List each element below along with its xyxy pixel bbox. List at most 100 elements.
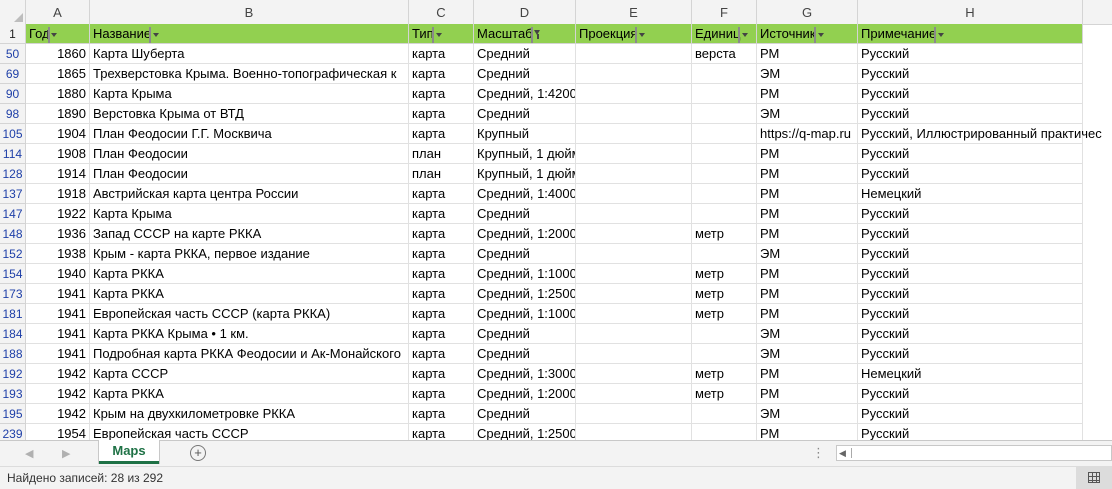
prev-sheet-arrow-icon[interactable]: ◀ (25, 447, 33, 460)
column-header-a[interactable]: A (26, 0, 90, 24)
cell-g[interactable]: ЭМ (757, 404, 858, 424)
cell-d[interactable]: Средний, 1:200000 (474, 384, 576, 404)
cell-b[interactable]: План Феодосии (90, 164, 409, 184)
cell-g[interactable]: РМ (757, 384, 858, 404)
cell-a[interactable]: 1954 (26, 424, 90, 440)
cell-c[interactable]: карта (409, 424, 474, 440)
cell-h[interactable]: Русский (858, 104, 1083, 124)
cell-a[interactable]: 1936 (26, 224, 90, 244)
cell-e[interactable] (576, 264, 692, 284)
cell-c[interactable]: карта (409, 304, 474, 324)
cell-a[interactable]: 1941 (26, 344, 90, 364)
cell-d[interactable]: Средний (474, 44, 576, 64)
cell-e[interactable] (576, 284, 692, 304)
header-cell[interactable]: Год (26, 24, 90, 44)
cell-d[interactable]: Средний, 1:300000 (474, 364, 576, 384)
cell-a[interactable]: 1860 (26, 44, 90, 64)
filter-dropdown-icon[interactable] (431, 27, 434, 43)
cell-h[interactable]: Русский (858, 224, 1083, 244)
scrollbar-thumb[interactable] (851, 448, 852, 458)
row-number[interactable]: 98 (0, 104, 26, 124)
cell-h[interactable]: Русский (858, 384, 1083, 404)
row-number[interactable]: 154 (0, 264, 26, 284)
cell-a[interactable]: 1890 (26, 104, 90, 124)
row-number[interactable]: 181 (0, 304, 26, 324)
cell-e[interactable] (576, 164, 692, 184)
cell-c[interactable]: карта (409, 404, 474, 424)
column-header-f[interactable]: F (692, 0, 757, 24)
cell-b[interactable]: Трехверстовка Крыма. Военно-топографичес… (90, 64, 409, 84)
cell-c[interactable]: карта (409, 284, 474, 304)
row-number[interactable]: 148 (0, 224, 26, 244)
row-number[interactable]: 192 (0, 364, 26, 384)
header-cell[interactable]: Название (90, 24, 409, 44)
cell-f[interactable] (692, 244, 757, 264)
cell-h[interactable]: Русский, Иллюстрированный практичес (858, 124, 1102, 144)
cell-a[interactable]: 1914 (26, 164, 90, 184)
cell-f[interactable]: метр (692, 264, 757, 284)
row-number[interactable]: 90 (0, 84, 26, 104)
cell-e[interactable] (576, 404, 692, 424)
row-number[interactable]: 105 (0, 124, 26, 144)
cell-g[interactable]: РМ (757, 304, 858, 324)
cell-a[interactable]: 1941 (26, 284, 90, 304)
cell-d[interactable]: Средний (474, 324, 576, 344)
cell-a[interactable]: 1918 (26, 184, 90, 204)
row-number[interactable]: 195 (0, 404, 26, 424)
filter-dropdown-icon[interactable] (149, 27, 152, 43)
cell-e[interactable] (576, 44, 692, 64)
cell-g[interactable]: РМ (757, 144, 858, 164)
row-number[interactable]: 50 (0, 44, 26, 64)
cell-g[interactable]: РМ (757, 364, 858, 384)
add-sheet-icon[interactable]: + (190, 445, 206, 461)
cell-g[interactable]: ЭМ (757, 344, 858, 364)
cell-f[interactable] (692, 324, 757, 344)
cell-d[interactable]: Крупный (474, 124, 576, 144)
cell-b[interactable]: Карта Шуберта (90, 44, 409, 64)
cell-e[interactable] (576, 84, 692, 104)
cell-b[interactable]: Крым - карта РККА, первое издание (90, 244, 409, 264)
cell-g[interactable]: РМ (757, 284, 858, 304)
cell-f[interactable] (692, 184, 757, 204)
cell-b[interactable]: Карта РККА Крыма • 1 км. (90, 324, 409, 344)
cell-f[interactable] (692, 404, 757, 424)
cell-d[interactable]: Средний (474, 404, 576, 424)
row-number[interactable]: 152 (0, 244, 26, 264)
column-header-b[interactable]: B (90, 0, 409, 24)
cell-a[interactable]: 1865 (26, 64, 90, 84)
cell-g[interactable]: ЭМ (757, 64, 858, 84)
cell-d[interactable]: Средний, 1:100000 (474, 304, 576, 324)
normal-view-button[interactable] (1076, 467, 1112, 489)
cell-h[interactable]: Русский (858, 344, 1083, 364)
cell-h[interactable]: Русский (858, 244, 1083, 264)
cell-f[interactable] (692, 124, 757, 144)
cell-a[interactable]: 1922 (26, 204, 90, 224)
cell-b[interactable]: Крым на двухкилометровке РККА (90, 404, 409, 424)
cell-d[interactable]: Средний, 1:200000 (474, 224, 576, 244)
filter-dropdown-icon[interactable] (813, 27, 816, 43)
cell-a[interactable]: 1941 (26, 324, 90, 344)
cell-a[interactable]: 1942 (26, 404, 90, 424)
cell-e[interactable] (576, 344, 692, 364)
cell-g[interactable]: РМ (757, 184, 858, 204)
cell-h[interactable]: Русский (858, 84, 1083, 104)
cell-a[interactable]: 1940 (26, 264, 90, 284)
cell-g[interactable]: РМ (757, 264, 858, 284)
cell-g[interactable]: ЭМ (757, 244, 858, 264)
cell-e[interactable] (576, 224, 692, 244)
column-header-c[interactable]: C (409, 0, 474, 24)
cell-e[interactable] (576, 144, 692, 164)
cell-h[interactable]: Русский (858, 304, 1083, 324)
row-number[interactable]: 173 (0, 284, 26, 304)
cell-c[interactable]: план (409, 164, 474, 184)
cell-g[interactable]: РМ (757, 424, 858, 440)
cell-f[interactable] (692, 64, 757, 84)
header-cell[interactable]: Источник (757, 24, 858, 44)
cell-b[interactable]: Верстовка Крыма от ВТД (90, 104, 409, 124)
cell-f[interactable] (692, 424, 757, 440)
cell-d[interactable]: Средний, 1:42000 (474, 84, 576, 104)
column-header-g[interactable]: G (757, 0, 858, 24)
cell-d[interactable]: Средний (474, 344, 576, 364)
cell-d[interactable]: Средний, 1:25000 (474, 424, 576, 440)
cell-b[interactable]: Карта СССР (90, 364, 409, 384)
